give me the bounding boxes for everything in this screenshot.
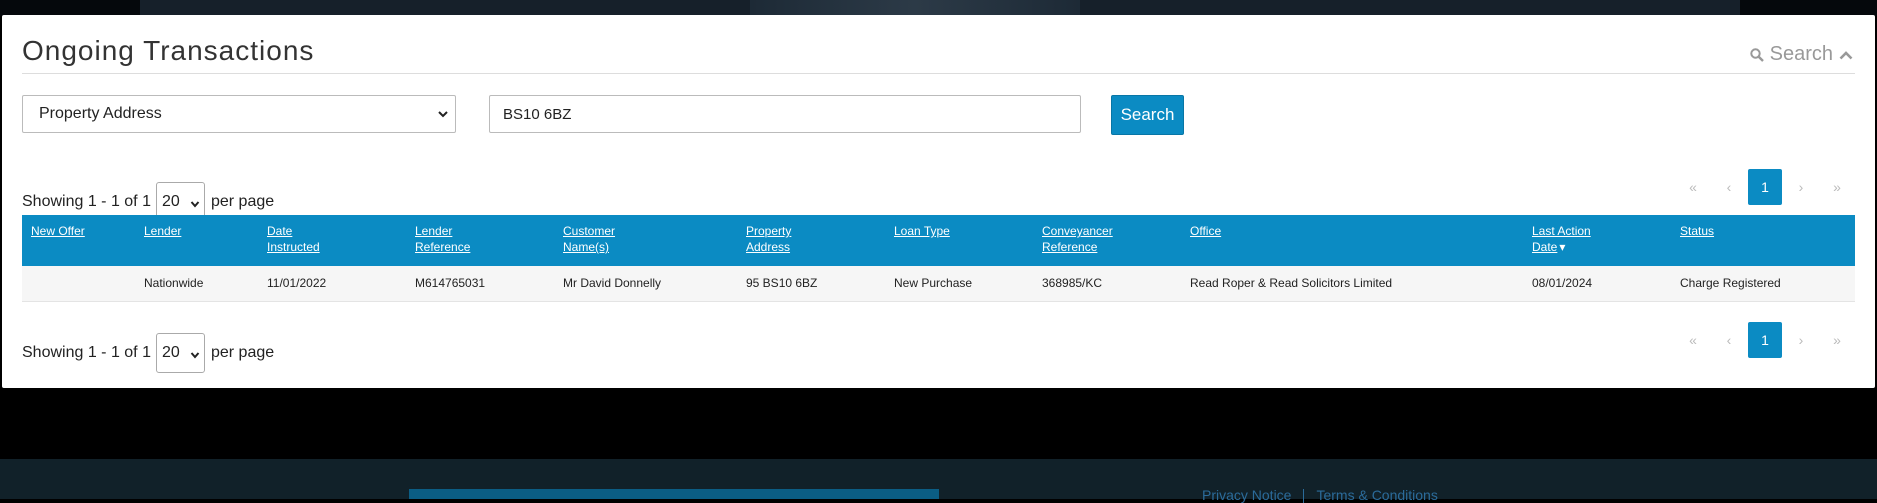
page-button-current[interactable]: 1: [1748, 322, 1782, 358]
table-row[interactable]: Nationwide 11/01/2022 M614765031 Mr Davi…: [22, 266, 1855, 301]
column-header-label: Date: [267, 224, 293, 238]
search-toggle-label: Search: [1769, 43, 1833, 65]
column-header-property-address[interactable]: Property Address: [737, 215, 885, 266]
showing-text: Showing 1 - 1 of 1: [22, 193, 151, 210]
cell-loan-type: New Purchase: [894, 276, 973, 291]
pager-bottom: Showing 1 - 1 of 1 20 per page « ‹ 1 › »: [22, 322, 1855, 373]
per-page-select[interactable]: 20: [155, 333, 205, 373]
chevron-down-icon: [437, 107, 449, 125]
table-header-row: New Offer Lender Date Instructed Lender Re…: [22, 215, 1855, 266]
chevron-down-icon: [190, 347, 200, 365]
column-header-lender[interactable]: Lender: [135, 215, 258, 266]
page-button-current[interactable]: 1: [1748, 169, 1782, 205]
column-header-label: Last Action: [1532, 224, 1591, 238]
column-header-last-action-date[interactable]: Last Action Date ▾: [1523, 215, 1671, 266]
next-page-button[interactable]: ›: [1783, 169, 1819, 205]
cell-office: Read Roper & Read Solicitors Limited: [1190, 276, 1393, 291]
sort-desc-icon: ▾: [1559, 240, 1566, 254]
showing-summary: Showing 1 - 1 of 1 20 per page: [22, 333, 274, 373]
search-button[interactable]: Search: [1111, 95, 1184, 135]
background-image: [750, 0, 1080, 16]
first-page-button[interactable]: «: [1675, 322, 1711, 358]
cell-conveyancer-reference: 368985/KC: [1042, 276, 1103, 291]
terms-link[interactable]: Terms & Conditions: [1316, 487, 1437, 503]
search-field-select-value: Property Address: [39, 105, 162, 122]
footer: Privacy Notice Terms & Conditions: [0, 459, 1877, 503]
footer-bar: [409, 489, 939, 499]
column-header-conveyancer-reference[interactable]: Conveyancer Reference: [1033, 215, 1181, 266]
column-header-date-instructed[interactable]: Date Instructed: [258, 215, 406, 266]
search-icon: [1749, 47, 1764, 62]
chevron-down-icon: [190, 196, 200, 214]
per-page-label: per page: [210, 344, 275, 361]
search-field-select[interactable]: Property Address: [22, 95, 456, 133]
per-page-label: per page: [210, 193, 275, 210]
column-header-loan-type[interactable]: Loan Type: [885, 215, 1033, 266]
column-header-label: Customer: [563, 224, 616, 238]
column-header-label: Office: [1190, 224, 1222, 238]
cell-new-offer: [22, 266, 135, 301]
cell-status: Charge Registered: [1680, 276, 1781, 291]
cell-property-address: 95 BS10 6BZ: [746, 276, 818, 291]
prev-page-button[interactable]: ‹: [1711, 169, 1747, 205]
transactions-table: New Offer Lender Date Instructed Lender Re…: [22, 215, 1855, 302]
prev-page-button[interactable]: ‹: [1711, 322, 1747, 358]
per-page-value: 20: [161, 193, 180, 210]
search-input[interactable]: BS10 6BZ: [489, 95, 1081, 133]
column-header-label: Address: [746, 240, 791, 254]
search-toggle[interactable]: Search: [1749, 43, 1853, 66]
cell-lender-reference: M614765031: [415, 276, 486, 291]
background-header: [0, 0, 1877, 16]
divider: [1303, 489, 1305, 503]
column-header-lender-reference[interactable]: Lender Reference: [406, 215, 554, 266]
column-header-label: Instructed: [267, 240, 320, 254]
per-page-value: 20: [161, 344, 180, 361]
column-header-label: Property: [746, 224, 792, 238]
page-title: Ongoing Transactions: [22, 35, 315, 66]
column-header-customer-names[interactable]: Customer Name(s): [554, 215, 737, 266]
next-page-button[interactable]: ›: [1783, 322, 1819, 358]
column-header-label: Conveyancer: [1042, 224, 1113, 238]
column-header-new-offer[interactable]: New Offer: [22, 215, 135, 266]
chevron-up-icon: [1839, 50, 1853, 60]
column-header-label: Name(s): [563, 240, 610, 254]
column-header-office[interactable]: Office: [1181, 215, 1523, 266]
footer-links: Privacy Notice Terms & Conditions: [1202, 487, 1438, 503]
showing-text: Showing 1 - 1 of 1: [22, 344, 151, 361]
last-page-button[interactable]: »: [1819, 322, 1855, 358]
ongoing-transactions-panel: Ongoing Transactions Search Property Add…: [2, 15, 1875, 388]
divider: [22, 73, 1855, 74]
pagination: « ‹ 1 › »: [1675, 322, 1855, 358]
column-header-label: Lender: [415, 224, 453, 238]
pager-top: Showing 1 - 1 of 1 20 per page « ‹ 1 › »: [22, 169, 1855, 222]
privacy-notice-link[interactable]: Privacy Notice: [1202, 487, 1291, 503]
column-header-label: Date: [1532, 240, 1558, 254]
first-page-button[interactable]: «: [1675, 169, 1711, 205]
search-input-value: BS10 6BZ: [503, 105, 572, 123]
column-header-label: Status: [1680, 224, 1715, 238]
cell-last-action-date: 08/01/2024: [1532, 276, 1593, 291]
column-header-label: Reference: [1042, 240, 1098, 254]
cell-date-instructed: 11/01/2022: [267, 276, 327, 291]
column-header-label: Reference: [415, 240, 471, 254]
last-page-button[interactable]: »: [1819, 169, 1855, 205]
column-header-label: Lender: [144, 224, 182, 238]
cell-lender: Nationwide: [144, 276, 204, 291]
column-header-status[interactable]: Status: [1671, 215, 1855, 266]
pagination: « ‹ 1 › »: [1675, 169, 1855, 205]
column-header-label: Loan Type: [894, 224, 950, 238]
column-header-label: New Offer: [31, 224, 85, 238]
cell-customer-names: Mr David Donnelly: [563, 276, 662, 291]
